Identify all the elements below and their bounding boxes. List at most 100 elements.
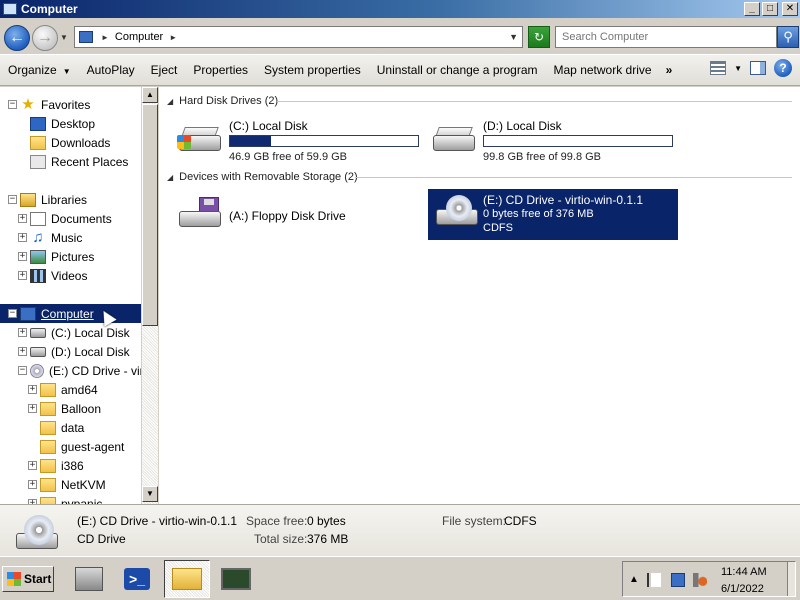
computer-collapse-toggle[interactable]: −: [8, 309, 17, 318]
music-note-icon: ♫: [32, 228, 44, 246]
terminal-icon: [221, 568, 251, 590]
taskbar-server-manager[interactable]: [66, 560, 112, 598]
scroll-up-button[interactable]: ▲: [142, 87, 158, 103]
uninstall-program-button[interactable]: Uninstall or change a program: [369, 59, 546, 81]
taskbar-explorer[interactable]: [164, 560, 210, 598]
navigation-pane[interactable]: − ★ Favorites Desktop Downloads Recent P…: [0, 87, 158, 504]
close-button[interactable]: ✕: [782, 2, 798, 16]
group-header-hard-disks[interactable]: ◢ Hard Disk Drives (2): [167, 94, 278, 108]
folder-icon: [40, 382, 56, 397]
documents-expand-toggle[interactable]: +: [18, 214, 27, 223]
more-commands-button[interactable]: »: [660, 63, 679, 77]
nav-scrollbar[interactable]: ▲ ▼: [141, 87, 158, 504]
search-input[interactable]: [556, 27, 776, 47]
view-options-dropdown[interactable]: ▼: [734, 64, 742, 73]
taskbar-terminal[interactable]: [213, 560, 259, 598]
drive-d-free-space: 99.8 GB free of 99.8 GB: [483, 151, 602, 163]
search-icon[interactable]: ⚲: [777, 26, 799, 48]
breadcrumb-chevron-icon[interactable]: ►: [169, 33, 177, 42]
drive-e-item[interactable]: (E:) CD Drive - virtio-win-0.1.1 0 bytes…: [428, 189, 678, 240]
change-view-icon[interactable]: [710, 61, 727, 75]
preview-pane-icon[interactable]: [750, 61, 766, 75]
nav-folder-netkvm[interactable]: NetKVM: [40, 475, 106, 494]
nav-folder-i386[interactable]: i386: [40, 456, 84, 475]
maximize-button[interactable]: □: [762, 2, 778, 16]
nav-libraries[interactable]: Libraries: [20, 190, 87, 209]
details-filesystem-value: CDFS: [504, 514, 537, 528]
nav-folder-pvpanic[interactable]: pvpanic: [40, 494, 102, 504]
nav-recent-places[interactable]: Recent Places: [30, 152, 128, 171]
nav-downloads[interactable]: Downloads: [30, 133, 110, 152]
nav-e-drive[interactable]: (E:) CD Drive - virti: [30, 361, 150, 380]
clock-time[interactable]: 11:44 AM: [721, 566, 767, 578]
amd64-expand-toggle[interactable]: +: [28, 385, 37, 394]
organize-button[interactable]: Organize ▼: [0, 59, 79, 81]
folder-icon: [40, 496, 56, 504]
system-properties-button[interactable]: System properties: [256, 59, 369, 81]
drive-c-item[interactable]: (C:) Local Disk 46.9 GB free of 59.9 GB: [171, 115, 423, 167]
music-expand-toggle[interactable]: +: [18, 233, 27, 242]
libraries-collapse-toggle[interactable]: −: [8, 195, 17, 204]
nav-computer[interactable]: Computer: [0, 304, 141, 323]
show-hidden-icons-button[interactable]: ▲: [629, 574, 639, 585]
nav-desktop[interactable]: Desktop: [30, 114, 95, 133]
nav-folder-data[interactable]: data: [40, 418, 84, 437]
scroll-down-button[interactable]: ▼: [142, 486, 158, 502]
drive-e-name: (E:) CD Drive - virtio-win-0.1.1: [483, 193, 644, 207]
pictures-expand-toggle[interactable]: +: [18, 252, 27, 261]
c-drive-expand-toggle[interactable]: +: [18, 328, 27, 337]
e-drive-collapse-toggle[interactable]: −: [18, 366, 27, 375]
search-box[interactable]: [555, 26, 777, 48]
help-icon[interactable]: ?: [774, 59, 792, 77]
minimize-button[interactable]: _: [744, 2, 760, 16]
videos-expand-toggle[interactable]: +: [18, 271, 27, 280]
drive-d-item[interactable]: (D:) Local Disk 99.8 GB free of 99.8 GB: [425, 115, 685, 167]
volume-muted-icon[interactable]: [693, 573, 707, 587]
drive-e-free-space: 0 bytes free of 376 MB: [483, 208, 594, 220]
refresh-button[interactable]: ↻: [528, 26, 550, 48]
drive-d-usage-bar: [483, 135, 673, 147]
nav-folder-amd64[interactable]: amd64: [40, 380, 98, 399]
hard-disk-icon: [177, 121, 221, 155]
nav-folder-guest-agent[interactable]: guest-agent: [40, 437, 124, 456]
breadcrumb-computer[interactable]: Computer: [115, 31, 163, 43]
netkvm-expand-toggle[interactable]: +: [28, 480, 37, 489]
favorites-collapse-toggle[interactable]: −: [8, 100, 17, 109]
balloon-expand-toggle[interactable]: +: [28, 404, 37, 413]
recent-pages-dropdown[interactable]: ▼: [60, 33, 68, 42]
nav-favorites[interactable]: ★ Favorites: [20, 95, 90, 114]
nav-music[interactable]: ♫ Music: [30, 228, 82, 247]
forward-button[interactable]: →: [32, 25, 58, 51]
map-network-drive-button[interactable]: Map network drive: [546, 59, 660, 81]
taskbar-powershell[interactable]: >_: [114, 560, 160, 598]
window-titlebar[interactable]: Computer _ □ ✕: [0, 0, 800, 18]
network-icon[interactable]: [671, 573, 685, 587]
nav-videos[interactable]: Videos: [30, 266, 87, 285]
show-desktop-button[interactable]: [787, 562, 795, 596]
address-history-dropdown[interactable]: ▼: [509, 32, 518, 42]
back-button[interactable]: ←: [4, 25, 30, 51]
nav-c-drive[interactable]: (C:) Local Disk: [30, 323, 130, 342]
i386-expand-toggle[interactable]: +: [28, 461, 37, 470]
hard-disk-icon: [431, 121, 475, 155]
windows-logo-icon: [7, 572, 21, 586]
drive-a-item[interactable]: (A:) Floppy Disk Drive: [171, 191, 423, 243]
properties-button[interactable]: Properties: [185, 59, 256, 81]
autoplay-button[interactable]: AutoPlay: [79, 59, 143, 81]
nav-folder-balloon[interactable]: Balloon: [40, 399, 101, 418]
action-center-flag-icon[interactable]: [647, 573, 661, 587]
start-button[interactable]: Start: [2, 566, 54, 592]
breadcrumb-separator-icon[interactable]: ►: [101, 33, 109, 42]
eject-button[interactable]: Eject: [143, 59, 186, 81]
nav-documents[interactable]: Documents: [30, 209, 112, 228]
clock-date[interactable]: 6/1/2022: [721, 583, 764, 595]
desktop-icon: [30, 116, 46, 131]
scroll-thumb[interactable]: [142, 104, 158, 326]
d-drive-expand-toggle[interactable]: +: [18, 347, 27, 356]
hard-disk-icon: [30, 346, 46, 357]
nav-d-drive[interactable]: (D:) Local Disk: [30, 342, 130, 361]
address-box[interactable]: ► Computer ► ▼: [74, 26, 523, 48]
group-header-removable[interactable]: ◢ Devices with Removable Storage (2): [167, 170, 358, 184]
nav-pictures[interactable]: Pictures: [30, 247, 94, 266]
file-list-pane[interactable]: ◢ Hard Disk Drives (2) (C:) Local Disk 4…: [159, 87, 800, 504]
